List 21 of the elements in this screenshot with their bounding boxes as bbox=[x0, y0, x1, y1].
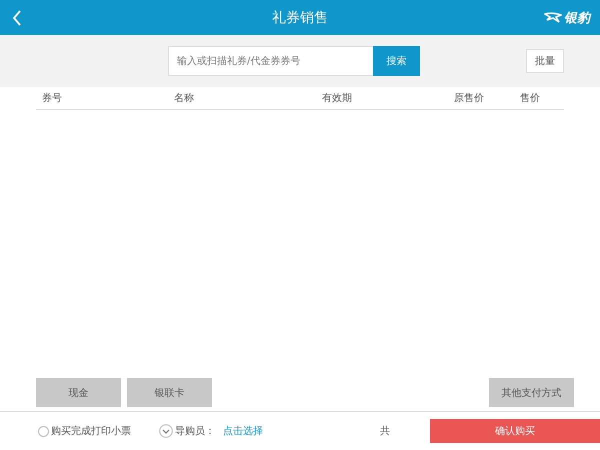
payment-button[interactable]: 银联卡 bbox=[127, 378, 212, 407]
guide-label: 导购员： bbox=[175, 425, 215, 438]
payment-button[interactable]: 现金 bbox=[36, 378, 121, 407]
column-header: 有效期 bbox=[322, 92, 352, 105]
batch-button[interactable]: 批量 bbox=[526, 49, 564, 73]
search-field[interactable]: 输入或扫描礼券/代金券券号 bbox=[168, 46, 373, 76]
radio-button[interactable] bbox=[38, 426, 49, 436]
print-receipt-label: 购买完成打印小票 bbox=[51, 424, 131, 438]
page-title: 礼券销售 bbox=[272, 8, 328, 26]
payment-button[interactable]: 其他支付方式 bbox=[489, 378, 574, 407]
column-header: 券号 bbox=[42, 92, 62, 105]
column-header: 售价 bbox=[520, 92, 540, 105]
search-button[interactable]: 搜索 bbox=[373, 46, 420, 76]
confirm-button[interactable]: 确认购买 bbox=[430, 419, 600, 443]
column-header: 名称 bbox=[174, 92, 194, 105]
back-icon[interactable] bbox=[12, 10, 22, 26]
chevron-down-icon[interactable] bbox=[159, 424, 173, 438]
total-label: 共 bbox=[380, 424, 390, 438]
logo-text: 银豹 bbox=[564, 10, 590, 26]
select-link[interactable]: 点击选择 bbox=[223, 424, 263, 438]
column-header: 原售价 bbox=[454, 92, 484, 105]
